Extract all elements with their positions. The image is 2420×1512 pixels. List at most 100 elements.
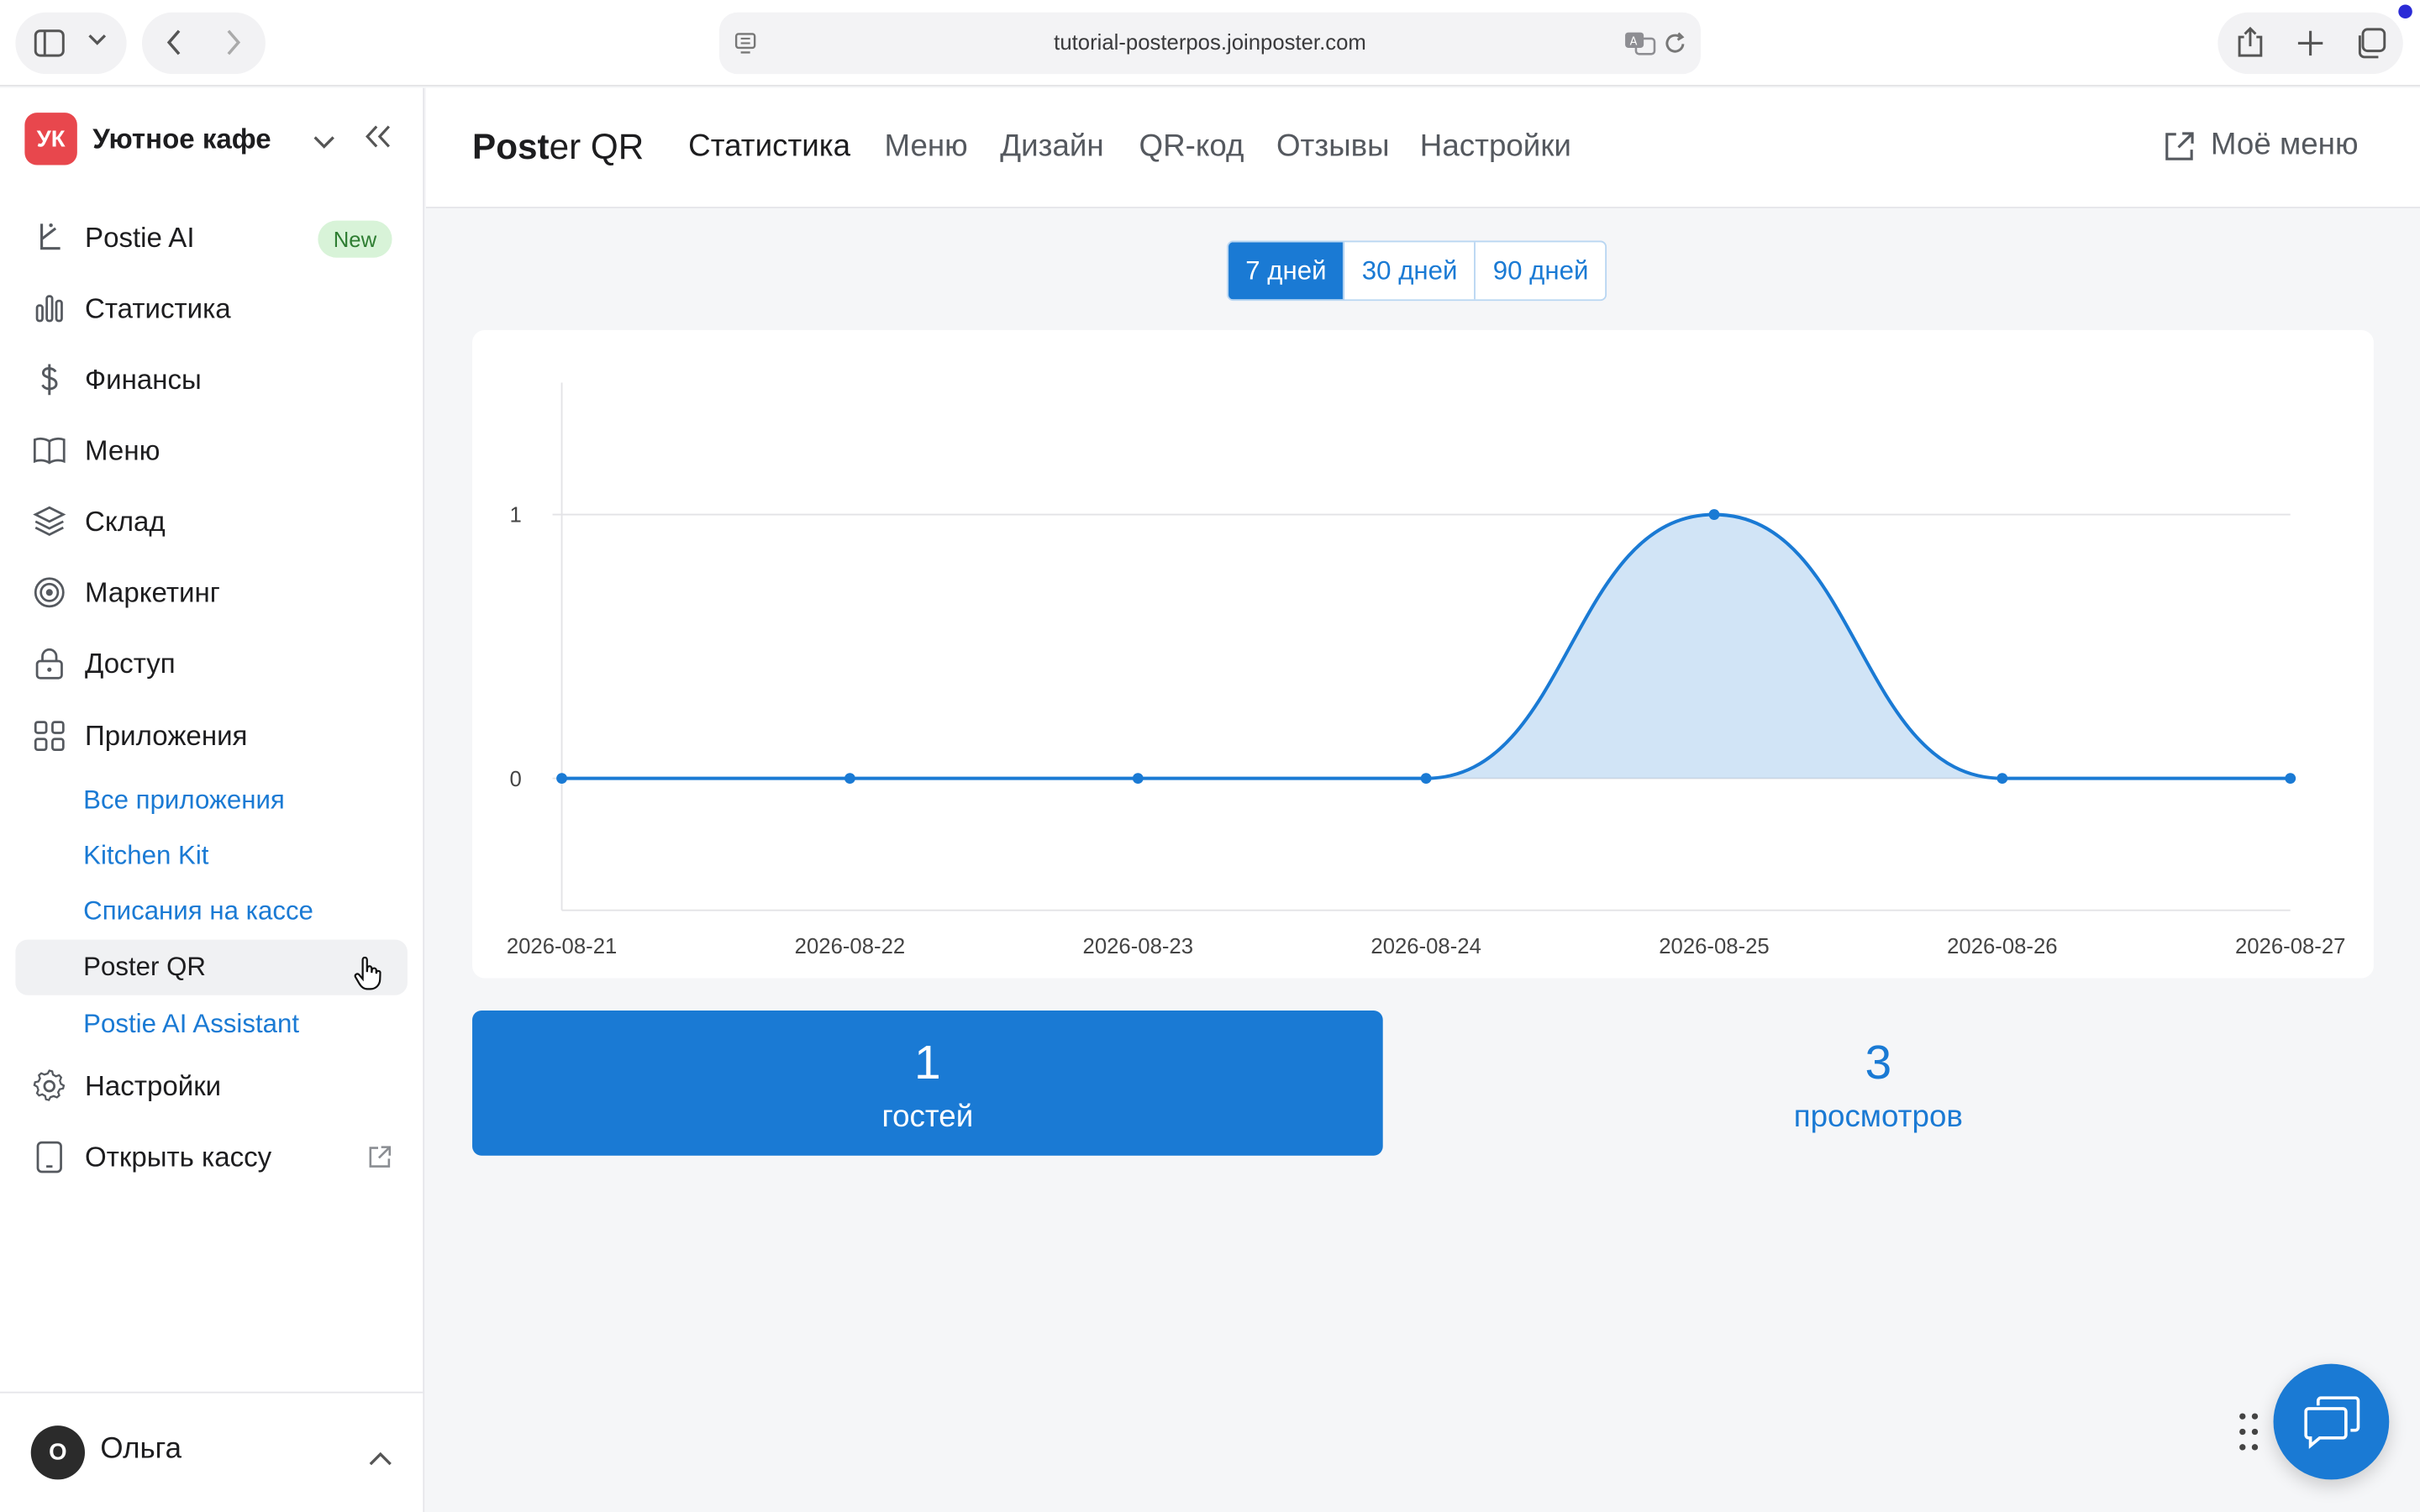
sidebar-item-statistics[interactable]: Статистика [15,278,408,339]
sidebar-item-menu[interactable]: Меню [15,420,408,481]
sidebar-app-poster-qr[interactable]: Poster QR [15,939,408,995]
title-rest: er QR [549,126,644,167]
x-tick-label: 2026-08-26 [1947,935,2057,958]
tab-design[interactable]: Дизайн [1000,129,1103,165]
new-tab-icon[interactable] [2296,29,2324,57]
sidebar-app-label: Все приложения [83,785,285,815]
gear-icon [33,1069,66,1103]
title-bold: Post [472,126,550,167]
sidebar-item-label: Финансы [85,363,202,395]
app-header: Poster QR Статистика Меню Дизайн QR-код … [425,87,2420,208]
sidebar-item-open-register[interactable]: Открыть кассу [15,1126,408,1188]
sidebar-item-finance[interactable]: Финансы [15,349,408,410]
sidebar-app-writeoffs[interactable]: Списания на кассе [15,884,408,939]
sidebar-item-label: Статистика [85,292,231,323]
period-90-days-button[interactable]: 90 дней [1476,242,1606,299]
sidebar-app-all[interactable]: Все приложения [15,773,408,828]
my-menu-link[interactable]: Моё меню [2163,128,2359,163]
sidebar-item-label: Открыть кассу [85,1141,272,1172]
grid-icon [33,719,66,753]
collapse-sidebar-icon[interactable] [364,125,392,156]
tab-qr-code[interactable]: QR-код [1139,129,1244,165]
data-point [1708,509,1720,520]
sidebar-item-label: Приложения [85,719,248,751]
drag-handle-icon[interactable] [2238,1412,2260,1460]
browser-toolbar: tutorial-posterpos.joinposter.com A [0,0,2420,87]
tab-menu[interactable]: Меню [884,129,967,165]
avatar: О [30,1425,86,1480]
chevron-down-icon[interactable] [88,34,107,46]
sidebar-item-access[interactable]: Доступ [15,633,408,694]
series-area [561,514,2291,779]
target-icon [33,575,66,609]
sidebar-item-marketing[interactable]: Маркетинг [15,562,408,623]
sidebar-app-label: Списания на кассе [83,896,313,927]
sidebar-item-label: Склад [85,505,166,537]
x-tick-label: 2026-08-23 [1083,935,1193,958]
x-tick-label: 2026-08-22 [795,935,905,958]
sidebar-item-label: Доступ [85,647,176,679]
dollar-icon [33,363,66,396]
period-selector: 7 дней 30 дней 90 дней [1227,240,1607,302]
tab-statistics[interactable]: Статистика [688,129,850,165]
tab-settings[interactable]: Настройки [1420,129,1571,165]
tab-reviews[interactable]: Отзывы [1276,129,1390,165]
views-count: 3 [1865,1035,1892,1089]
postie-icon [33,221,66,255]
address-bar[interactable]: tutorial-posterpos.joinposter.com A [718,12,1702,75]
sidebar-app-kitchen-kit[interactable]: Kitchen Kit [15,828,408,884]
history-nav-group [141,12,266,75]
my-menu-label: Моё меню [2210,128,2359,162]
guests-stat-card[interactable]: 1 гостей [472,1011,1383,1156]
period-7-days-button[interactable]: 7 дней [1228,242,1345,300]
sidebar-item-settings[interactable]: Настройки [15,1055,408,1116]
y-tick-label: 1 [510,504,522,528]
y-tick-label: 0 [510,768,522,791]
series-line [561,512,2291,780]
sidebar-item-warehouse[interactable]: Склад [15,491,408,552]
chat-icon [2303,1395,2360,1448]
sidebar-item-label: Маркетинг [85,576,220,607]
svg-text:A: A [1630,35,1638,48]
translate-icon[interactable]: A [1623,31,1657,55]
sidebar-item-apps[interactable]: Приложения [15,705,408,766]
back-icon[interactable] [166,29,182,55]
x-tick-label: 2026-08-25 [1659,935,1769,958]
views-label: просмотров [1793,1100,1963,1134]
external-link-icon [367,1145,392,1178]
sidebar-item-postie-ai[interactable]: Postie AI New [15,207,408,268]
sidebar-toggle-group[interactable] [15,12,127,75]
data-point [844,773,855,785]
tabs-overview-icon[interactable] [2355,28,2386,59]
user-name: Ольга [100,1433,182,1466]
sidebar-toggle-icon[interactable] [34,29,65,57]
period-30-days-button[interactable]: 30 дней [1345,242,1476,300]
support-chat-button[interactable] [2273,1363,2390,1480]
chevron-up-icon[interactable] [369,1446,392,1473]
sidebar: УК Уютное кафе Postie AI New Статистика [0,87,425,1512]
venue-name: Уютное кафе [92,123,271,154]
sidebar-item-label: Postie AI [85,221,195,253]
lock-icon [33,647,66,680]
sidebar-app-label: Poster QR [83,952,206,982]
reload-icon[interactable] [1664,31,1687,55]
venue-switcher[interactable]: УК Уютное кафе [24,113,271,165]
url-text: tutorial-posterpos.joinposter.com [1054,29,1366,55]
data-point [1996,773,2008,785]
data-point [1420,773,1432,785]
data-point [556,773,567,785]
views-stat-card[interactable]: 3 просмотров [1423,1011,2333,1156]
page-title: Poster QR [472,127,644,169]
user-profile[interactable]: О Ольга [0,1391,424,1512]
x-tick-label: 2026-08-27 [2235,935,2345,958]
hand-cursor-icon [354,956,381,999]
share-icon[interactable] [2236,26,2264,59]
x-tick-label: 2026-08-24 [1370,935,1481,958]
visits-chart: 0 1 2026-08-21 2026-08-22 2026-08-23 2026-08-… [472,330,2374,979]
external-link-icon [2165,131,2195,160]
venue-logo: УК [24,113,77,165]
sidebar-app-postie-assistant[interactable]: Postie AI Assistant [15,997,408,1053]
data-point [1132,773,1144,785]
chevron-down-icon[interactable] [313,129,335,157]
forward-icon[interactable] [225,29,241,55]
